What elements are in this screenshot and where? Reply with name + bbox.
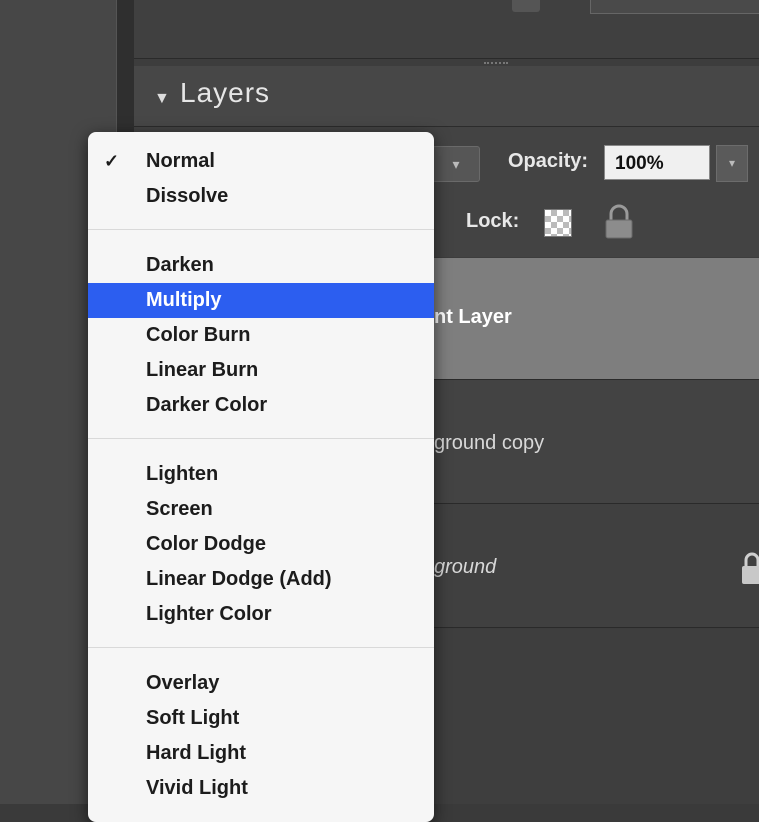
layer-name: ground [434, 556, 497, 578]
menu-item-label: Darken [146, 254, 214, 276]
blend-mode-dropdown-arrow[interactable]: ▾ [432, 146, 480, 182]
opacity-input[interactable]: 100% [604, 145, 710, 180]
menu-item-lighten[interactable]: Lighten [88, 457, 434, 492]
menu-item-label: Overlay [146, 672, 220, 694]
menu-item-overlay[interactable]: Overlay [88, 666, 434, 701]
layer-name: nt Layer [434, 306, 512, 328]
menu-item-color-burn[interactable]: Color Burn [88, 318, 434, 353]
collapse-triangle-icon[interactable]: ▼ [154, 90, 170, 108]
panel-title: Layers [180, 77, 271, 108]
layer-name: ground copy [434, 432, 545, 454]
menu-item-label: Soft Light [146, 707, 240, 729]
menu-separator [88, 438, 434, 439]
menu-item-label: Linear Dodge (Add) [146, 568, 332, 590]
menu-item-label: Color Dodge [146, 533, 266, 555]
lock-all-icon[interactable] [602, 204, 636, 240]
menu-item-linear-dodge-add[interactable]: Linear Dodge (Add) [88, 562, 434, 597]
menu-item-darker-color[interactable]: Darker Color [88, 388, 434, 423]
menu-item-normal[interactable]: ✓ Normal [88, 144, 434, 179]
menu-item-color-dodge[interactable]: Color Dodge [88, 527, 434, 562]
menu-separator [88, 647, 434, 648]
menu-item-multiply[interactable]: Multiply [88, 283, 434, 318]
lock-label: Lock: [466, 210, 520, 232]
menu-item-dissolve[interactable]: Dissolve [88, 179, 434, 214]
menu-item-label: Darker Color [146, 394, 268, 416]
menu-item-label: Linear Burn [146, 359, 259, 381]
menu-item-vivid-light[interactable]: Vivid Light [88, 771, 434, 806]
menu-item-soft-light[interactable]: Soft Light [88, 701, 434, 736]
menu-item-darken[interactable]: Darken [88, 248, 434, 283]
layer-lock-icon [742, 552, 759, 584]
menu-item-label: Normal [146, 150, 215, 172]
menu-item-lighter-color[interactable]: Lighter Color [88, 597, 434, 632]
checkmark-icon: ✓ [104, 151, 120, 171]
opacity-dropdown-arrow[interactable]: ▾ [716, 145, 748, 182]
menu-item-label: Dissolve [146, 185, 229, 207]
menu-separator [88, 229, 434, 230]
menu-item-linear-burn[interactable]: Linear Burn [88, 353, 434, 388]
menu-item-label: Color Burn [146, 324, 251, 346]
menu-item-hard-light[interactable]: Hard Light [88, 736, 434, 771]
opacity-label: Opacity: [508, 150, 589, 172]
menu-item-label: Screen [146, 498, 213, 520]
menu-item-label: Vivid Light [146, 777, 248, 799]
menu-item-screen[interactable]: Screen [88, 492, 434, 527]
menu-item-label: Lighter Color [146, 603, 272, 625]
layers-panel-header[interactable]: ▼ Layers [134, 66, 759, 127]
blend-mode-menu: ✓ Normal Dissolve Darken Multiply Color Burn L… [88, 132, 434, 822]
lock-transparency-icon[interactable] [544, 209, 572, 237]
menu-item-label: Multiply [146, 289, 222, 311]
menu-item-label: Lighten [146, 463, 219, 485]
top-control[interactable] [512, 0, 540, 12]
menu-item-label: Hard Light [146, 742, 246, 764]
top-field[interactable] [590, 0, 759, 14]
